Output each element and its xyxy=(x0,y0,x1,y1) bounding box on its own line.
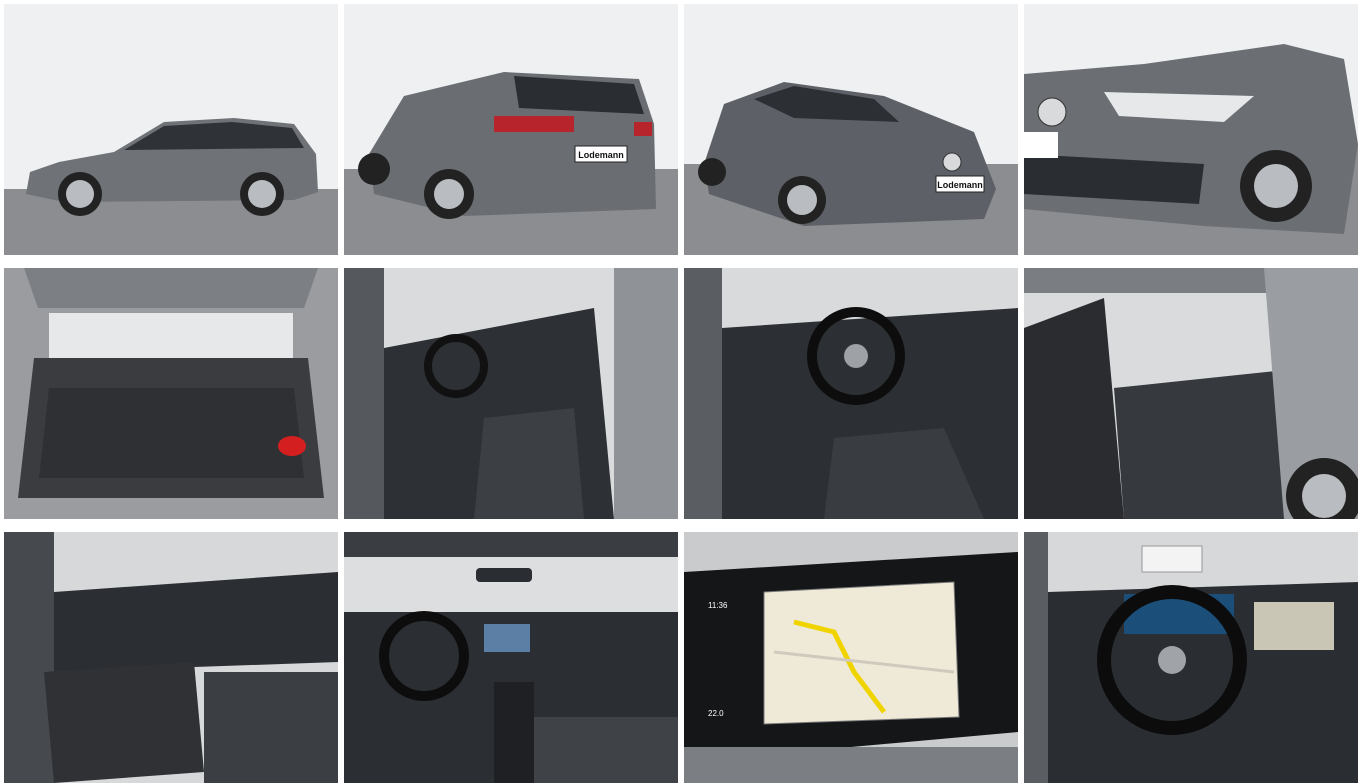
license-plate-text: Lodemann xyxy=(578,150,624,160)
gallery-image-front-three-quarter-view[interactable]: Lodemann xyxy=(684,4,1018,255)
gallery-image-trunk-view[interactable] xyxy=(4,268,338,519)
clock-text: 11:36 xyxy=(708,601,728,610)
temperature-text: 22.0 xyxy=(708,709,724,718)
gallery-image-rear-seats[interactable] xyxy=(1024,268,1358,519)
gallery-image-dashboard-view[interactable] xyxy=(344,532,678,783)
gallery-image-side-view[interactable] xyxy=(4,4,338,255)
gallery-image-front-detail[interactable] xyxy=(1024,4,1358,255)
license-plate-text: Lodemann xyxy=(937,180,983,190)
gallery-image-instrument-cluster[interactable] xyxy=(1024,532,1358,783)
gallery-image-navigation-screen[interactable]: 11:36 22.0 xyxy=(684,532,1018,783)
gallery-image-driver-interior[interactable] xyxy=(344,268,678,519)
gallery-image-rear-view[interactable]: Lodemann xyxy=(344,4,678,255)
gallery-image-passenger-interior[interactable] xyxy=(4,532,338,783)
image-gallery: Lodemann Lodemann 11:36 22.0 xyxy=(4,4,1361,783)
gallery-image-steering-view[interactable] xyxy=(684,268,1018,519)
